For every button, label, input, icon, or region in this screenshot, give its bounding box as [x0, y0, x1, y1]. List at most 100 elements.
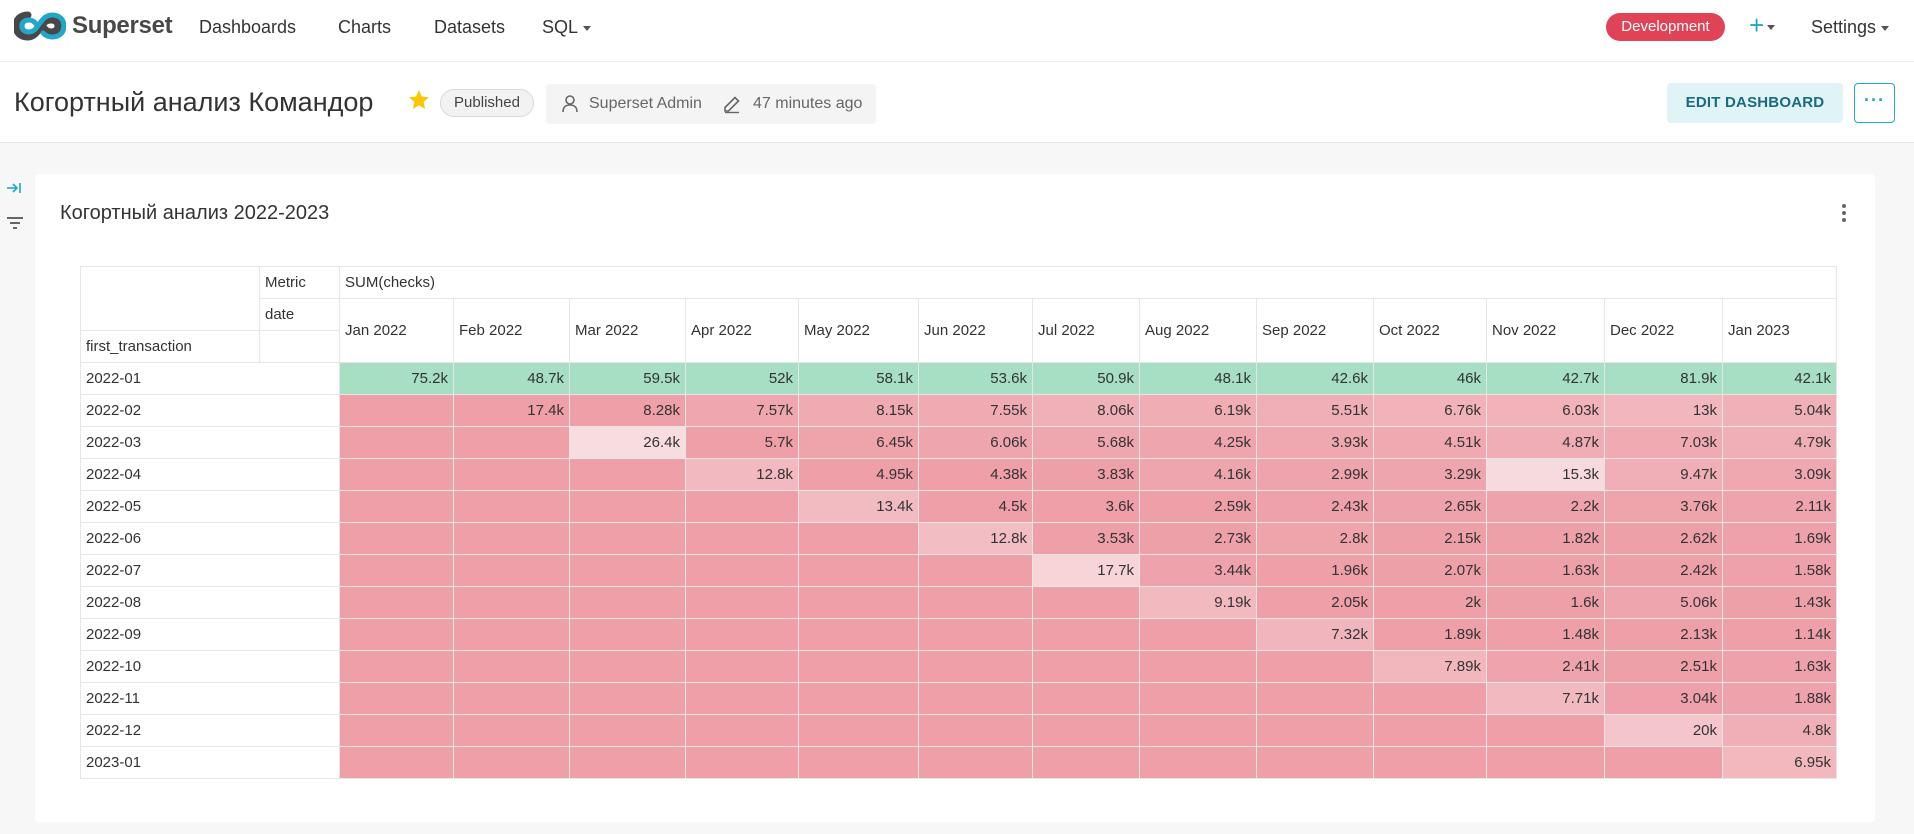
row-header[interactable]: 2022-07	[80, 554, 340, 587]
published-status-badge[interactable]: Published	[440, 89, 534, 117]
pivot-cell: 1.14k	[1722, 618, 1837, 651]
pivot-cell	[339, 458, 454, 491]
pivot-cell: 42.1k	[1722, 362, 1837, 395]
column-header[interactable]: Jan 2023	[1722, 298, 1837, 363]
pivot-cell: 7.57k	[685, 394, 799, 427]
pivot-cell	[1139, 714, 1257, 747]
metric-name[interactable]: SUM(checks)	[339, 266, 1837, 299]
table-row: 2022-04 12.8k 4.95k 4.38k 3.83k 4.16k 2.99k 3.2…	[80, 458, 1837, 491]
pivot-corner-cell	[80, 266, 260, 331]
nav-datasets[interactable]: Datasets	[434, 17, 505, 37]
edit-dashboard-button[interactable]: EDIT DASHBOARD	[1667, 83, 1843, 123]
column-header[interactable]: Aug 2022	[1139, 298, 1257, 363]
pivot-cell: 4.5k	[918, 490, 1033, 523]
pivot-cell: 2.15k	[1373, 522, 1487, 555]
pivot-cell: 4.38k	[918, 458, 1033, 491]
row-header[interactable]: 2022-05	[80, 490, 340, 523]
row-header[interactable]: 2022-01	[80, 362, 340, 395]
pivot-cell: 17.4k	[453, 394, 570, 427]
pivot-cell: 9.47k	[1604, 458, 1723, 491]
nav-charts[interactable]: Charts	[338, 17, 391, 37]
pivot-cell	[685, 714, 799, 747]
dashboard-title[interactable]: Когортный анализ Командор	[14, 86, 373, 118]
chart-title[interactable]: Когортный анализ 2022-2023	[60, 201, 329, 225]
row-header[interactable]: 2022-11	[80, 682, 340, 715]
row-header[interactable]: 2022-02	[80, 394, 340, 427]
pivot-cell	[339, 618, 454, 651]
pivot-cell: 26.4k	[569, 426, 686, 459]
pivot-cell: 6.76k	[1373, 394, 1487, 427]
pivot-cell	[1032, 746, 1140, 779]
pivot-cell: 3.04k	[1604, 682, 1723, 715]
column-header[interactable]: May 2022	[798, 298, 919, 363]
pivot-cell	[685, 490, 799, 523]
column-header[interactable]: Jul 2022	[1032, 298, 1140, 363]
row-header[interactable]: 2022-06	[80, 522, 340, 555]
row-header[interactable]: 2022-10	[80, 650, 340, 683]
table-row: 2022-07 17.7k 3.44k 1.96k 2.07k 1.63k 2.42k 1.5…	[80, 554, 1837, 587]
pivot-cell	[918, 746, 1033, 779]
expand-filters-icon[interactable]	[6, 180, 22, 196]
pivot-cell	[339, 586, 454, 619]
pivot-cell	[1256, 714, 1374, 747]
nav-sql-label: SQL	[542, 17, 579, 37]
column-header[interactable]: Jan 2022	[339, 298, 454, 363]
column-header[interactable]: Nov 2022	[1486, 298, 1605, 363]
column-header[interactable]: Jun 2022	[918, 298, 1033, 363]
pivot-cell: 17.7k	[1032, 554, 1140, 587]
table-row: 2022-08 9.19k 2.05k 2k 1.6k 5.06k 1.43k	[80, 586, 1837, 619]
more-options-button[interactable]: ···	[1854, 83, 1895, 123]
superset-logo-icon	[14, 11, 66, 41]
pivot-cell	[918, 586, 1033, 619]
row-header[interactable]: 2022-08	[80, 586, 340, 619]
filter-icon[interactable]	[6, 215, 24, 231]
pivot-cell	[569, 682, 686, 715]
pivot-cell	[918, 714, 1033, 747]
pivot-cell: 5.7k	[685, 426, 799, 459]
owner-name: Superset Admin	[589, 95, 702, 112]
pivot-cell	[1139, 650, 1257, 683]
row-header[interactable]: 2023-01	[80, 746, 340, 779]
nav-dashboards[interactable]: Dashboards	[199, 17, 296, 37]
superset-logo[interactable]: Superset	[14, 10, 173, 42]
pivot-cell: 4.8k	[1722, 714, 1837, 747]
column-header[interactable]: Oct 2022	[1373, 298, 1487, 363]
pivot-cell: 1.96k	[1256, 554, 1374, 587]
row-header[interactable]: 2022-03	[80, 426, 340, 459]
row-header[interactable]: 2022-09	[80, 618, 340, 651]
pivot-cell: 1.82k	[1486, 522, 1605, 555]
table-row: 2022-03 26.4k 5.7k 6.45k 6.06k 5.68k 4.25k 3.93…	[80, 426, 1837, 459]
table-row: 2022-01 75.2k 48.7k 59.5k 52k 58.1k 53.6k 50.9k…	[80, 362, 1837, 395]
pivot-cell	[685, 618, 799, 651]
row-header[interactable]: 2022-04	[80, 458, 340, 491]
pivot-cell	[1032, 682, 1140, 715]
pivot-cell: 2.65k	[1373, 490, 1487, 523]
column-header[interactable]: Feb 2022	[453, 298, 570, 363]
pivot-cell	[339, 746, 454, 779]
pivot-cell	[798, 522, 919, 555]
nav-settings-label: Settings	[1811, 17, 1877, 37]
table-row: 2022-06 12.8k 3.53k 2.73k 2.8k 2.15k 1.82k 2.62…	[80, 522, 1837, 555]
pivot-cell	[339, 554, 454, 587]
nav-settings[interactable]: Settings	[1811, 17, 1890, 37]
dashboard-header: Когортный анализ Командор Published Supe…	[0, 62, 1914, 143]
column-header[interactable]: Mar 2022	[569, 298, 686, 363]
star-icon[interactable]	[407, 88, 431, 112]
table-row: 2022-05 13.4k 4.5k 3.6k 2.59k 2.43k 2.65k 2.2k 3…	[80, 490, 1837, 523]
pivot-cell	[569, 618, 686, 651]
new-menu-button[interactable]: +	[1749, 10, 1776, 40]
column-header[interactable]: Sep 2022	[1256, 298, 1374, 363]
column-header[interactable]: Dec 2022	[1604, 298, 1723, 363]
pivot-cell	[798, 714, 919, 747]
pivot-cell	[918, 682, 1033, 715]
row-header[interactable]: 2022-12	[80, 714, 340, 747]
pivot-cell: 1.43k	[1722, 586, 1837, 619]
chart-menu-icon[interactable]	[1840, 204, 1848, 226]
nav-sql[interactable]: SQL	[542, 17, 592, 37]
user-icon	[562, 95, 578, 113]
pivot-cell: 5.04k	[1722, 394, 1837, 427]
pivot-cell	[685, 682, 799, 715]
column-header[interactable]: Apr 2022	[685, 298, 799, 363]
pivot-cell	[339, 426, 454, 459]
pivot-cell: 15.3k	[1486, 458, 1605, 491]
